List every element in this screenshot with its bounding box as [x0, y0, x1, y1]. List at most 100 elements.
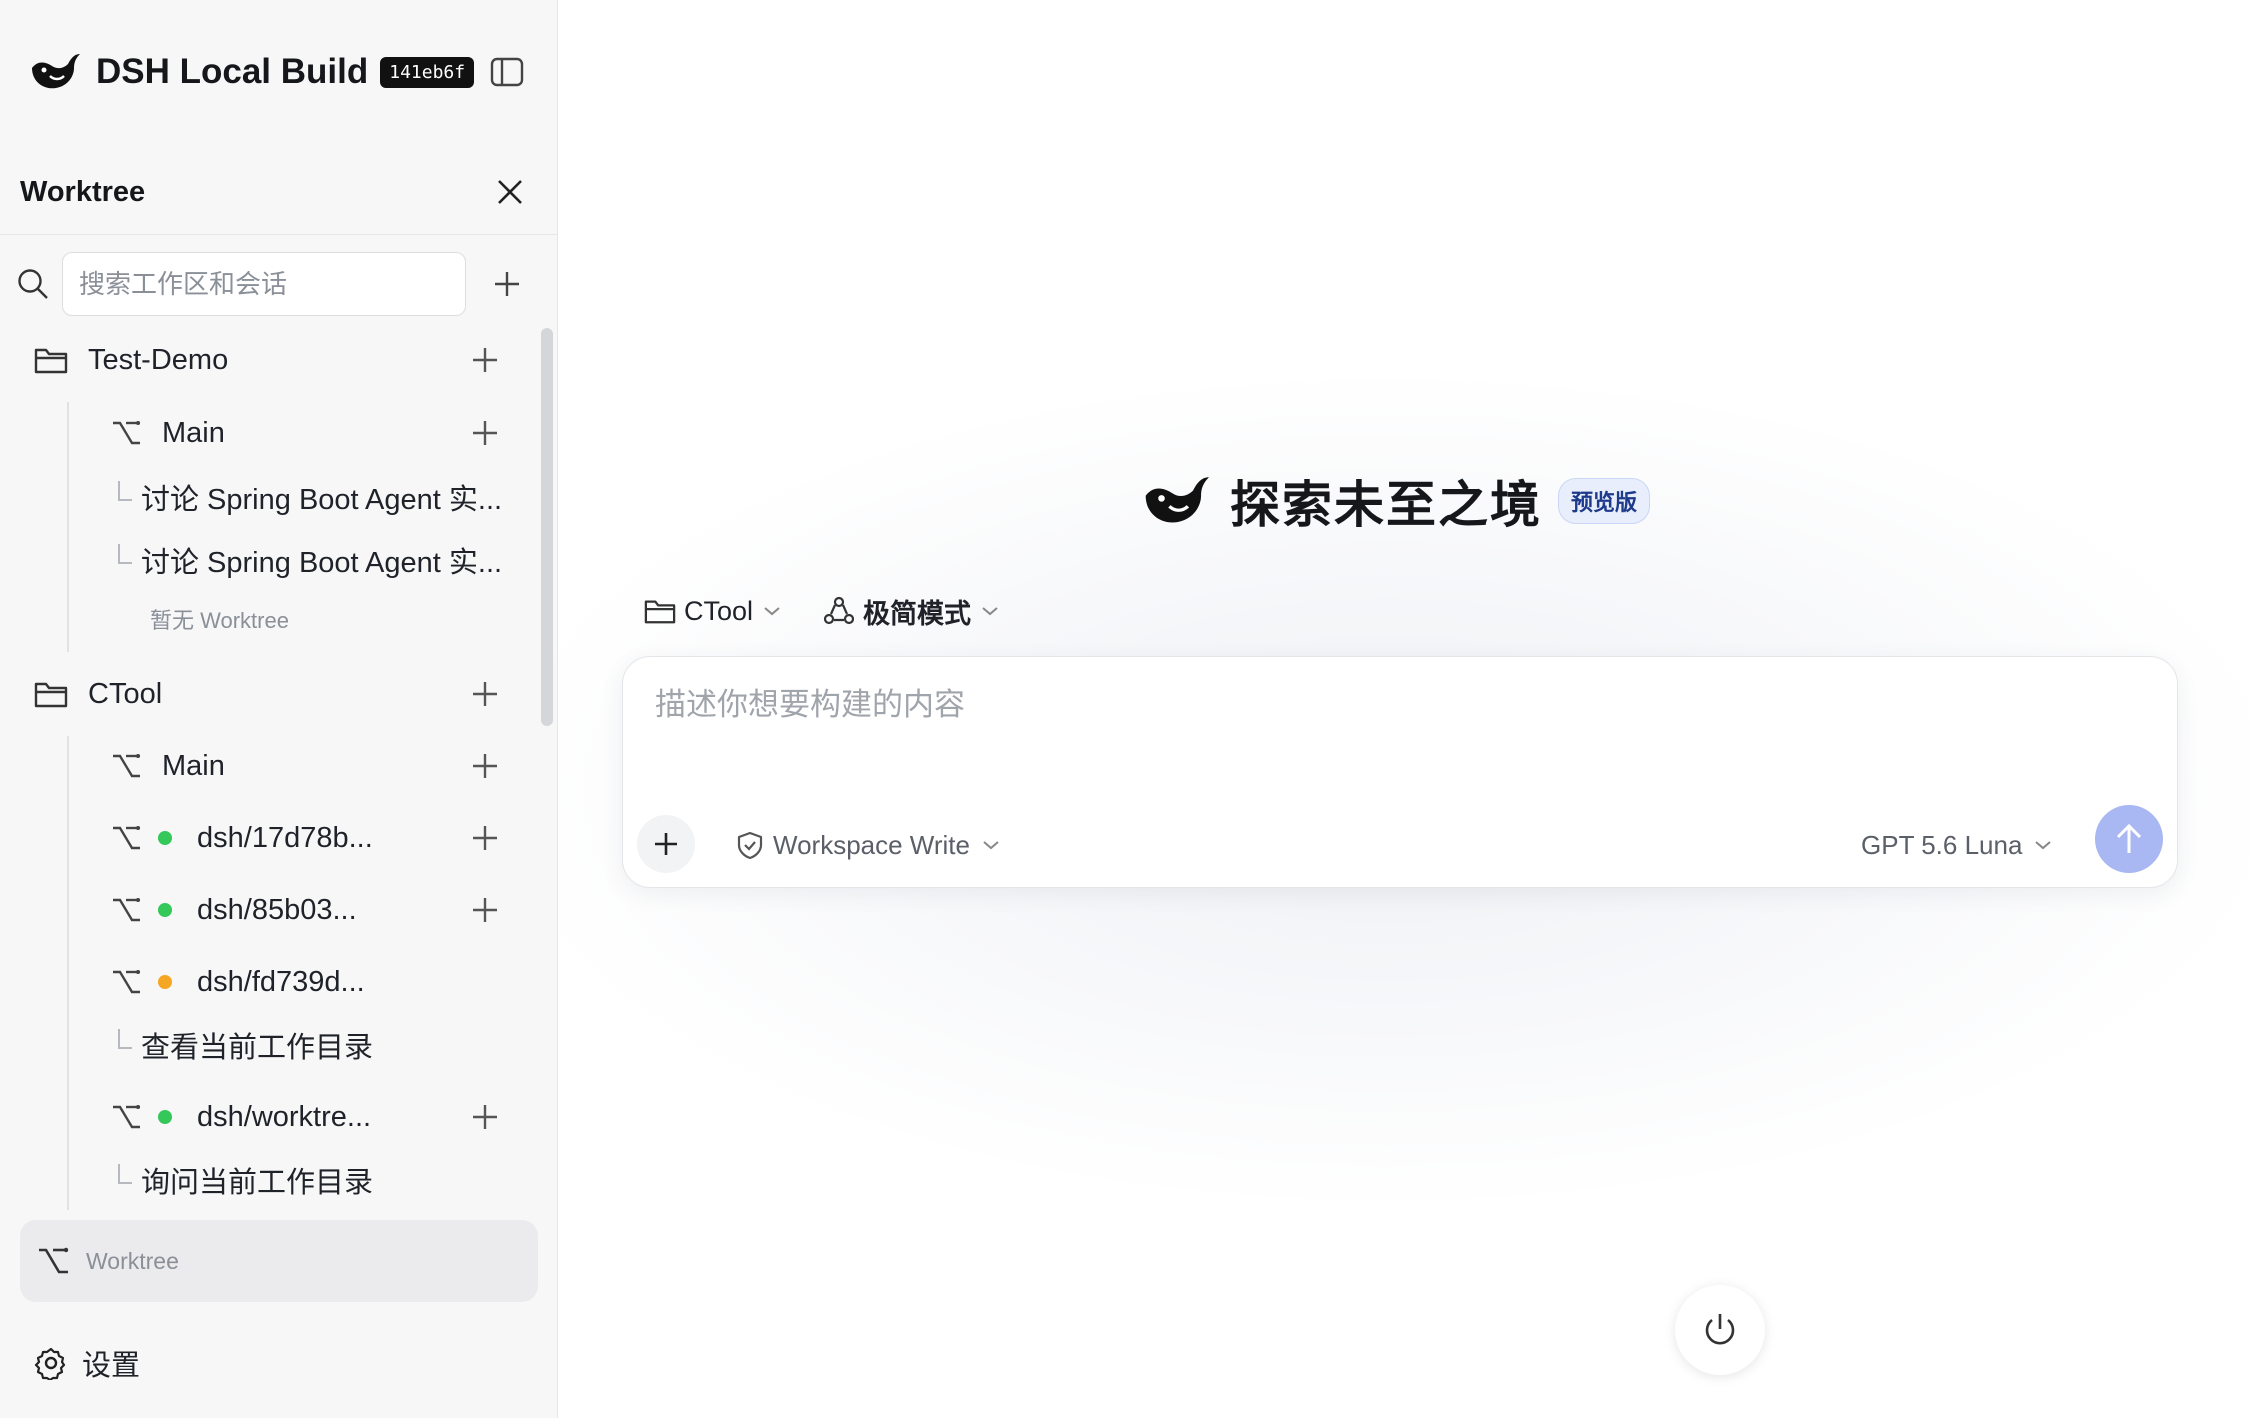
sidebar: DSH Local Build 141eb6f Worktree 搜索工作区和会…: [0, 0, 558, 1418]
add-branch-button[interactable]: [470, 679, 500, 709]
power-button[interactable]: [1675, 1285, 1765, 1375]
workspace-row[interactable]: Test-Demo: [0, 330, 540, 390]
add-session-button[interactable]: [470, 1102, 500, 1132]
recycle-mode-icon: [823, 596, 855, 625]
branch-label: dsh/85b03...: [197, 893, 357, 926]
branch-row[interactable]: dsh/85b03...: [0, 880, 540, 940]
settings-label: 设置: [82, 1350, 141, 1382]
status-dot-active: [158, 1110, 172, 1124]
hero-heading: 探索未至之境 预览版: [1140, 470, 1651, 533]
prompt-input[interactable]: [655, 687, 2135, 723]
main-panel: 探索未至之境 预览版 CTool 极简模式 描述你想要构建的内容 Workspa…: [558, 0, 2250, 1418]
git-branch-icon: [113, 421, 140, 445]
preview-badge: 预览版: [1558, 478, 1651, 524]
branch-label: dsh/worktre...: [197, 1100, 372, 1133]
session-row[interactable]: 讨论 Spring Boot Agent 实...: [0, 467, 540, 527]
status-dot-active: [158, 903, 172, 917]
app-window: DSH Local Build 141eb6f Worktree 搜索工作区和会…: [0, 0, 2250, 1418]
settings-button[interactable]: 设置: [34, 1342, 140, 1384]
workspace-row[interactable]: CTool: [0, 664, 540, 724]
workspace-selector-label: CTool: [684, 595, 754, 626]
search-input[interactable]: [62, 252, 466, 316]
whale-logo-icon: [1145, 477, 1209, 523]
git-branch-icon: [39, 1247, 69, 1274]
whale-logo-icon: [32, 54, 80, 89]
branch-label: Main: [162, 749, 225, 782]
session-label: 查看当前工作目录: [141, 1032, 374, 1064]
branch-label: dsh/17d78b...: [197, 821, 373, 854]
worktree-button[interactable]: Worktree: [20, 1220, 538, 1302]
git-branch-icon: [113, 970, 140, 994]
context-selectors: CTool 极简模式: [644, 590, 1041, 632]
add-session-button[interactable]: [470, 823, 500, 853]
folder-icon: [34, 348, 68, 374]
folder-icon: [644, 600, 676, 624]
permission-label: Workspace Write: [773, 829, 970, 860]
branch-row[interactable]: Main: [0, 403, 540, 463]
add-session-button[interactable]: [470, 751, 500, 781]
empty-worktree-label: 暂无 Worktree: [150, 608, 289, 633]
session-row[interactable]: 讨论 Spring Boot Agent 实...: [0, 530, 540, 590]
tree-elbow: [118, 544, 132, 564]
chevron-down-icon: [764, 607, 780, 616]
workspace-name: Test-Demo: [88, 343, 229, 376]
build-hash-badge: 141eb6f: [380, 56, 475, 88]
plus-icon: [655, 833, 677, 855]
search-icon: [18, 269, 48, 299]
git-branch-icon: [113, 1105, 140, 1129]
sidebar-divider: [0, 234, 558, 235]
attach-button[interactable]: [637, 815, 695, 873]
add-session-button[interactable]: [470, 418, 500, 448]
status-dot-pending: [158, 975, 172, 989]
mode-selector[interactable]: 极简模式: [823, 592, 999, 631]
session-label: 讨论 Spring Boot Agent 实...: [141, 484, 503, 516]
gear-icon: [34, 1347, 66, 1380]
workspace-selector[interactable]: CTool: [644, 596, 781, 627]
workspace-name: CTool: [88, 677, 163, 710]
power-icon: [1705, 1314, 1735, 1345]
worktree-button-label: Worktree: [86, 1247, 179, 1274]
session-row[interactable]: 询问当前工作目录: [0, 1150, 540, 1210]
tree-elbow: [118, 1029, 132, 1049]
sidebar-toggle-icon[interactable]: [490, 56, 524, 88]
branch-row[interactable]: dsh/worktre...: [0, 1087, 540, 1147]
branch-label: dsh/fd739d...: [197, 965, 365, 998]
arrow-up-icon: [2116, 823, 2142, 853]
add-branch-button[interactable]: [470, 345, 500, 375]
chevron-down-icon: [2035, 841, 2052, 850]
tree-elbow: [118, 1164, 132, 1184]
tree-elbow: [118, 481, 132, 501]
sidebar-scrollbar[interactable]: [541, 328, 553, 726]
chevron-down-icon: [983, 841, 999, 850]
permission-selector[interactable]: Workspace Write: [735, 825, 1000, 865]
branch-label: Main: [162, 416, 225, 449]
chevron-down-icon: [982, 607, 998, 616]
shield-check-icon: [737, 831, 763, 860]
model-selector[interactable]: GPT 5.6 Luna: [1861, 825, 2052, 865]
add-workspace-button[interactable]: [492, 269, 522, 299]
branch-row[interactable]: dsh/17d78b...: [0, 808, 540, 868]
worktree-title: Worktree: [20, 175, 146, 208]
hero-title: 探索未至之境: [1230, 477, 1542, 533]
add-session-button[interactable]: [470, 895, 500, 925]
branch-row[interactable]: Main: [0, 736, 540, 796]
worktree-tree: Test-Demo Main 讨论 Spring Boot Agent 实...…: [0, 330, 540, 1210]
app-name: DSH Local Build: [96, 52, 369, 91]
send-button[interactable]: [2095, 805, 2163, 873]
empty-worktree-note: 暂无 Worktree: [0, 589, 540, 649]
git-branch-icon: [113, 898, 140, 922]
model-label: GPT 5.6 Luna: [1861, 829, 2023, 860]
branch-row[interactable]: dsh/fd739d...: [0, 952, 540, 1012]
session-label: 询问当前工作目录: [141, 1167, 374, 1199]
folder-icon: [34, 682, 68, 708]
git-branch-icon: [113, 826, 140, 850]
close-icon[interactable]: [495, 177, 525, 207]
session-label: 讨论 Spring Boot Agent 实...: [141, 547, 503, 579]
session-row[interactable]: 查看当前工作目录: [0, 1015, 540, 1075]
status-dot-active: [158, 831, 172, 845]
search-row: [16, 252, 528, 316]
mode-selector-label: 极简模式: [863, 598, 972, 629]
git-branch-icon: [113, 754, 140, 778]
brand: DSH Local Build 141eb6f: [28, 46, 475, 98]
worktree-header: Worktree: [20, 172, 525, 212]
